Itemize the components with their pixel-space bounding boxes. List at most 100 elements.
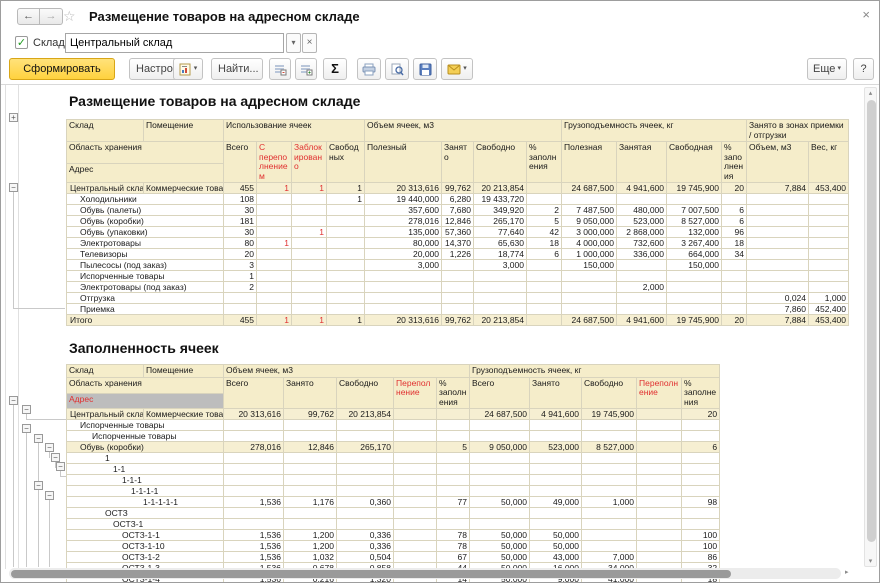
cell[interactable] <box>283 452 337 464</box>
cell[interactable]: 20 213,854 <box>473 182 527 194</box>
cell[interactable]: 2 868,000 <box>616 226 668 238</box>
cell[interactable]: 1 <box>291 182 327 194</box>
cell[interactable]: 6 <box>721 204 748 216</box>
cell[interactable]: 336,000 <box>616 248 668 260</box>
cell[interactable]: 99,762 <box>441 182 474 194</box>
cell[interactable]: 349,920 <box>473 204 527 216</box>
cell[interactable] <box>469 485 530 497</box>
cell[interactable]: 5 <box>525 215 563 227</box>
cell[interactable] <box>746 270 810 282</box>
cell[interactable]: 77,640 <box>473 226 527 238</box>
cell[interactable] <box>436 419 470 431</box>
cell[interactable]: 3 000,000 <box>561 226 618 238</box>
cell[interactable] <box>436 507 470 519</box>
cell[interactable]: 12,846 <box>441 215 474 227</box>
cell[interactable] <box>326 281 365 293</box>
cell[interactable]: 96 <box>721 226 748 238</box>
cell[interactable] <box>336 507 394 519</box>
cell[interactable]: 7,884 <box>746 182 810 194</box>
cell[interactable] <box>636 474 682 486</box>
cell[interactable] <box>680 452 721 464</box>
cell[interactable]: 3 <box>223 259 257 271</box>
cell[interactable]: 19 745,900 <box>666 314 723 326</box>
cell[interactable] <box>393 507 437 519</box>
cell[interactable] <box>291 292 327 304</box>
room-cell[interactable]: Коммерческие товары <box>143 182 224 194</box>
cell[interactable] <box>680 463 721 475</box>
cell[interactable] <box>291 259 327 271</box>
cell[interactable]: 453,400 <box>808 182 850 194</box>
cell[interactable] <box>581 540 637 552</box>
cell[interactable]: 150,000 <box>561 259 618 271</box>
cell[interactable] <box>336 419 394 431</box>
cell[interactable]: 6 <box>525 248 563 260</box>
cell[interactable] <box>283 518 337 530</box>
scroll-down-icon[interactable]: ▾ <box>865 557 876 565</box>
cell[interactable]: 20 <box>223 248 257 260</box>
cell[interactable] <box>746 248 810 260</box>
cell[interactable] <box>283 430 337 442</box>
cell[interactable] <box>616 193 668 205</box>
cell[interactable] <box>680 507 721 519</box>
cell[interactable]: 1 000,000 <box>561 248 618 260</box>
cell[interactable]: 34 <box>721 248 748 260</box>
cell[interactable]: 265,170 <box>336 441 394 453</box>
cell[interactable]: 1,000 <box>581 496 637 508</box>
cell[interactable] <box>393 419 437 431</box>
row-label-cell[interactable]: 1-1-1 <box>66 474 224 486</box>
row-label-cell[interactable]: Обувь (палеты) <box>66 204 224 216</box>
cell[interactable]: 7,680 <box>441 204 474 216</box>
cell[interactable]: 18 <box>525 237 563 249</box>
cell[interactable] <box>223 463 284 475</box>
cell[interactable]: 1,536 <box>223 529 284 541</box>
cell[interactable]: 50,000 <box>469 540 530 552</box>
cell[interactable] <box>636 551 682 563</box>
cell[interactable] <box>441 270 474 282</box>
scroll-right-icon[interactable]: ▸ <box>845 568 849 576</box>
collapse-groups-button[interactable] <box>269 58 291 80</box>
cell[interactable] <box>473 270 527 282</box>
cell[interactable]: 1 <box>223 270 257 282</box>
cell[interactable]: 8 527,000 <box>581 441 637 453</box>
cell[interactable]: 19 745,900 <box>666 182 723 194</box>
cell[interactable] <box>666 193 723 205</box>
cell[interactable]: 1,226 <box>441 248 474 260</box>
cell[interactable]: 1,536 <box>223 540 284 552</box>
cell[interactable] <box>336 452 394 464</box>
cell[interactable] <box>223 507 284 519</box>
cell[interactable] <box>326 292 365 304</box>
row-label-cell[interactable]: ОСТЗ-1-10 <box>66 540 224 552</box>
scroll-up-icon[interactable]: ▴ <box>865 89 876 97</box>
cell[interactable] <box>746 259 810 271</box>
cell[interactable]: 108 <box>223 193 257 205</box>
row-label-cell[interactable]: Приемка <box>66 303 224 315</box>
row-group-collapse-box[interactable]: − <box>34 481 43 490</box>
cell[interactable]: 50,000 <box>529 540 582 552</box>
cell[interactable] <box>469 518 530 530</box>
cell[interactable]: 20 <box>721 314 748 326</box>
cell[interactable]: 1 <box>291 314 327 326</box>
cell[interactable] <box>808 204 850 216</box>
row-label-cell[interactable]: Испорченные товары <box>66 419 224 431</box>
cell[interactable] <box>525 193 563 205</box>
cell[interactable] <box>469 474 530 486</box>
cell[interactable]: 42 <box>525 226 563 238</box>
cell[interactable] <box>436 430 470 442</box>
cell[interactable] <box>291 215 327 227</box>
cell[interactable] <box>525 270 563 282</box>
cell[interactable] <box>680 430 721 442</box>
cell[interactable] <box>441 281 474 293</box>
cell[interactable] <box>525 303 563 315</box>
cell[interactable]: 523,000 <box>529 441 582 453</box>
cell[interactable]: 132,000 <box>666 226 723 238</box>
cell[interactable]: 65,630 <box>473 237 527 249</box>
cell[interactable]: 4 941,600 <box>616 182 668 194</box>
row-label-cell[interactable]: ОСТЗ-1-1 <box>66 529 224 541</box>
cell[interactable]: 7 007,500 <box>666 204 723 216</box>
cell[interactable]: 49,000 <box>529 496 582 508</box>
cell[interactable] <box>256 226 292 238</box>
cell[interactable]: 2,000 <box>616 281 668 293</box>
cell[interactable] <box>636 419 682 431</box>
warehouse-input[interactable] <box>65 33 284 53</box>
cell[interactable] <box>393 529 437 541</box>
